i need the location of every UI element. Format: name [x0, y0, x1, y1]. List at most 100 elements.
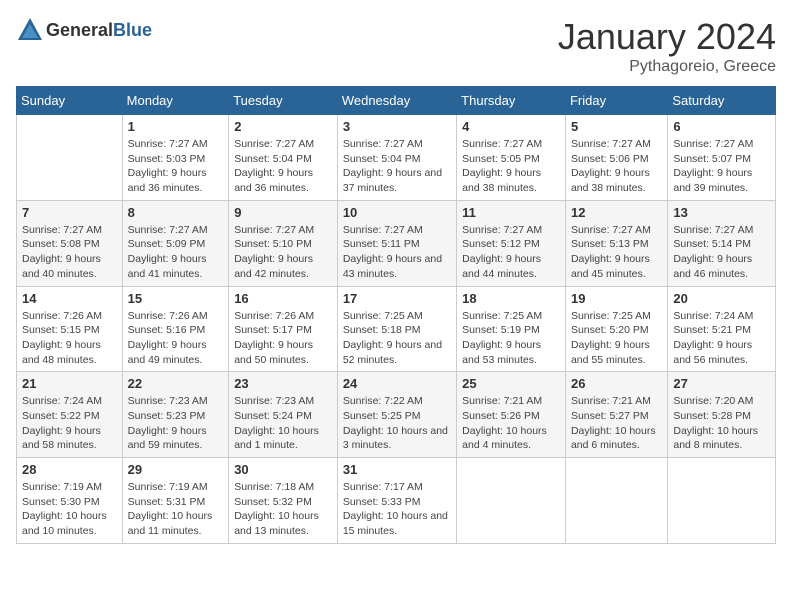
day-info: Sunrise: 7:22 AMSunset: 5:25 PMDaylight:… [343, 394, 451, 453]
day-number: 20 [673, 291, 770, 306]
calendar-cell: 13 Sunrise: 7:27 AMSunset: 5:14 PMDaylig… [668, 200, 776, 286]
day-info: Sunrise: 7:27 AMSunset: 5:13 PMDaylight:… [571, 223, 662, 282]
day-info: Sunrise: 7:27 AMSunset: 5:14 PMDaylight:… [673, 223, 770, 282]
day-number: 3 [343, 119, 451, 134]
day-number: 5 [571, 119, 662, 134]
day-number: 29 [128, 462, 224, 477]
calendar-cell: 7 Sunrise: 7:27 AMSunset: 5:08 PMDayligh… [17, 200, 123, 286]
col-sunday: Sunday [17, 87, 123, 115]
day-info: Sunrise: 7:25 AMSunset: 5:20 PMDaylight:… [571, 309, 662, 368]
calendar-cell: 31 Sunrise: 7:17 AMSunset: 5:33 PMDaylig… [337, 458, 456, 544]
day-number: 16 [234, 291, 332, 306]
day-info: Sunrise: 7:17 AMSunset: 5:33 PMDaylight:… [343, 480, 451, 539]
logo-text-general: General [46, 20, 113, 40]
calendar-cell: 10 Sunrise: 7:27 AMSunset: 5:11 PMDaylig… [337, 200, 456, 286]
location: Pythagoreio, Greece [558, 58, 776, 76]
calendar-cell: 30 Sunrise: 7:18 AMSunset: 5:32 PMDaylig… [229, 458, 338, 544]
week-row-2: 14 Sunrise: 7:26 AMSunset: 5:15 PMDaylig… [17, 286, 776, 372]
calendar-cell: 25 Sunrise: 7:21 AMSunset: 5:26 PMDaylig… [457, 372, 566, 458]
day-number: 22 [128, 376, 224, 391]
day-info: Sunrise: 7:21 AMSunset: 5:27 PMDaylight:… [571, 394, 662, 453]
day-number: 1 [128, 119, 224, 134]
calendar-table: Sunday Monday Tuesday Wednesday Thursday… [16, 86, 776, 544]
calendar-cell: 17 Sunrise: 7:25 AMSunset: 5:18 PMDaylig… [337, 286, 456, 372]
day-number: 30 [234, 462, 332, 477]
calendar-cell: 14 Sunrise: 7:26 AMSunset: 5:15 PMDaylig… [17, 286, 123, 372]
header-row: Sunday Monday Tuesday Wednesday Thursday… [17, 87, 776, 115]
calendar-cell: 20 Sunrise: 7:24 AMSunset: 5:21 PMDaylig… [668, 286, 776, 372]
day-info: Sunrise: 7:26 AMSunset: 5:17 PMDaylight:… [234, 309, 332, 368]
calendar-cell: 9 Sunrise: 7:27 AMSunset: 5:10 PMDayligh… [229, 200, 338, 286]
month-title: January 2024 [558, 16, 776, 58]
col-thursday: Thursday [457, 87, 566, 115]
calendar-cell [17, 115, 123, 201]
day-info: Sunrise: 7:27 AMSunset: 5:12 PMDaylight:… [462, 223, 560, 282]
calendar-cell: 5 Sunrise: 7:27 AMSunset: 5:06 PMDayligh… [565, 115, 667, 201]
day-info: Sunrise: 7:27 AMSunset: 5:03 PMDaylight:… [128, 137, 224, 196]
calendar-cell: 11 Sunrise: 7:27 AMSunset: 5:12 PMDaylig… [457, 200, 566, 286]
day-info: Sunrise: 7:25 AMSunset: 5:18 PMDaylight:… [343, 309, 451, 368]
calendar-cell: 29 Sunrise: 7:19 AMSunset: 5:31 PMDaylig… [122, 458, 229, 544]
calendar-cell: 8 Sunrise: 7:27 AMSunset: 5:09 PMDayligh… [122, 200, 229, 286]
day-number: 26 [571, 376, 662, 391]
calendar-cell: 3 Sunrise: 7:27 AMSunset: 5:04 PMDayligh… [337, 115, 456, 201]
calendar-cell: 26 Sunrise: 7:21 AMSunset: 5:27 PMDaylig… [565, 372, 667, 458]
day-number: 9 [234, 205, 332, 220]
calendar-cell [565, 458, 667, 544]
day-number: 31 [343, 462, 451, 477]
day-number: 28 [22, 462, 117, 477]
day-number: 11 [462, 205, 560, 220]
col-monday: Monday [122, 87, 229, 115]
day-info: Sunrise: 7:27 AMSunset: 5:08 PMDaylight:… [22, 223, 117, 282]
day-number: 10 [343, 205, 451, 220]
day-info: Sunrise: 7:19 AMSunset: 5:31 PMDaylight:… [128, 480, 224, 539]
day-info: Sunrise: 7:27 AMSunset: 5:05 PMDaylight:… [462, 137, 560, 196]
week-row-4: 28 Sunrise: 7:19 AMSunset: 5:30 PMDaylig… [17, 458, 776, 544]
calendar-cell [457, 458, 566, 544]
day-number: 25 [462, 376, 560, 391]
day-number: 24 [343, 376, 451, 391]
logo-icon [16, 16, 44, 44]
week-row-3: 21 Sunrise: 7:24 AMSunset: 5:22 PMDaylig… [17, 372, 776, 458]
calendar-cell: 1 Sunrise: 7:27 AMSunset: 5:03 PMDayligh… [122, 115, 229, 201]
calendar-cell: 21 Sunrise: 7:24 AMSunset: 5:22 PMDaylig… [17, 372, 123, 458]
week-row-1: 7 Sunrise: 7:27 AMSunset: 5:08 PMDayligh… [17, 200, 776, 286]
day-number: 6 [673, 119, 770, 134]
calendar-cell: 12 Sunrise: 7:27 AMSunset: 5:13 PMDaylig… [565, 200, 667, 286]
day-info: Sunrise: 7:21 AMSunset: 5:26 PMDaylight:… [462, 394, 560, 453]
day-info: Sunrise: 7:27 AMSunset: 5:04 PMDaylight:… [343, 137, 451, 196]
calendar-cell: 19 Sunrise: 7:25 AMSunset: 5:20 PMDaylig… [565, 286, 667, 372]
calendar-cell: 28 Sunrise: 7:19 AMSunset: 5:30 PMDaylig… [17, 458, 123, 544]
calendar-cell: 2 Sunrise: 7:27 AMSunset: 5:04 PMDayligh… [229, 115, 338, 201]
col-tuesday: Tuesday [229, 87, 338, 115]
day-number: 7 [22, 205, 117, 220]
day-number: 21 [22, 376, 117, 391]
day-number: 19 [571, 291, 662, 306]
day-info: Sunrise: 7:27 AMSunset: 5:06 PMDaylight:… [571, 137, 662, 196]
day-number: 17 [343, 291, 451, 306]
calendar-cell: 18 Sunrise: 7:25 AMSunset: 5:19 PMDaylig… [457, 286, 566, 372]
day-info: Sunrise: 7:27 AMSunset: 5:04 PMDaylight:… [234, 137, 332, 196]
calendar-cell: 15 Sunrise: 7:26 AMSunset: 5:16 PMDaylig… [122, 286, 229, 372]
calendar-cell: 22 Sunrise: 7:23 AMSunset: 5:23 PMDaylig… [122, 372, 229, 458]
day-number: 15 [128, 291, 224, 306]
col-saturday: Saturday [668, 87, 776, 115]
day-info: Sunrise: 7:26 AMSunset: 5:16 PMDaylight:… [128, 309, 224, 368]
day-info: Sunrise: 7:19 AMSunset: 5:30 PMDaylight:… [22, 480, 117, 539]
day-info: Sunrise: 7:27 AMSunset: 5:07 PMDaylight:… [673, 137, 770, 196]
day-number: 2 [234, 119, 332, 134]
day-info: Sunrise: 7:26 AMSunset: 5:15 PMDaylight:… [22, 309, 117, 368]
day-info: Sunrise: 7:23 AMSunset: 5:24 PMDaylight:… [234, 394, 332, 453]
day-number: 23 [234, 376, 332, 391]
day-number: 18 [462, 291, 560, 306]
day-number: 14 [22, 291, 117, 306]
calendar-cell: 4 Sunrise: 7:27 AMSunset: 5:05 PMDayligh… [457, 115, 566, 201]
calendar-cell: 16 Sunrise: 7:26 AMSunset: 5:17 PMDaylig… [229, 286, 338, 372]
calendar-cell: 27 Sunrise: 7:20 AMSunset: 5:28 PMDaylig… [668, 372, 776, 458]
day-info: Sunrise: 7:18 AMSunset: 5:32 PMDaylight:… [234, 480, 332, 539]
calendar-cell: 23 Sunrise: 7:23 AMSunset: 5:24 PMDaylig… [229, 372, 338, 458]
col-wednesday: Wednesday [337, 87, 456, 115]
day-number: 12 [571, 205, 662, 220]
day-info: Sunrise: 7:25 AMSunset: 5:19 PMDaylight:… [462, 309, 560, 368]
day-info: Sunrise: 7:27 AMSunset: 5:09 PMDaylight:… [128, 223, 224, 282]
